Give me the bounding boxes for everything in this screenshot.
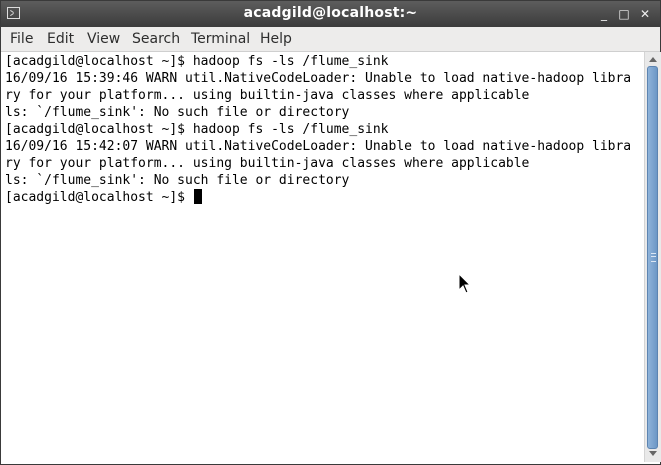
window-title: acadgild@localhost:~ bbox=[243, 5, 418, 21]
scroll-up-arrow-icon[interactable] bbox=[649, 57, 657, 62]
menu-search[interactable]: Search bbox=[132, 31, 180, 47]
terminal-line: [acadgild@localhost ~]$ hadoop fs -ls /f… bbox=[5, 54, 389, 69]
scrollbar-thumb[interactable] bbox=[647, 66, 658, 449]
title-bar[interactable]: acadgild@localhost:~ _ □ ✕ bbox=[1, 1, 660, 27]
terminal-line: 16/09/16 15:42:07 WARN util.NativeCodeLo… bbox=[5, 139, 632, 154]
grip-icon bbox=[651, 253, 656, 262]
vertical-scrollbar[interactable] bbox=[644, 52, 661, 462]
menu-view[interactable]: View bbox=[87, 31, 120, 47]
menu-bar: File Edit View Search Terminal Help bbox=[1, 27, 660, 52]
terminal-output[interactable]: [acadgild@localhost ~]$ hadoop fs -ls /f… bbox=[1, 52, 643, 462]
terminal-line: ry for your platform... using builtin-ja… bbox=[5, 156, 530, 171]
terminal-line: [acadgild@localhost ~]$ hadoop fs -ls /f… bbox=[5, 122, 389, 137]
text-cursor bbox=[193, 189, 202, 204]
menu-file[interactable]: File bbox=[10, 31, 33, 47]
terminal-line: ls: `/flume_sink': No such file or direc… bbox=[5, 105, 350, 120]
menu-help[interactable]: Help bbox=[260, 31, 292, 47]
close-icon[interactable]: ✕ bbox=[636, 5, 654, 23]
terminal-prompt: [acadgild@localhost ~]$ bbox=[5, 190, 193, 205]
minimize-icon[interactable]: _ bbox=[595, 5, 613, 23]
mouse-pointer-icon bbox=[458, 272, 472, 295]
menu-edit[interactable]: Edit bbox=[47, 31, 74, 47]
maximize-icon[interactable]: □ bbox=[615, 5, 633, 23]
terminal-line: 16/09/16 15:39:46 WARN util.NativeCodeLo… bbox=[5, 71, 632, 86]
menu-terminal[interactable]: Terminal bbox=[191, 31, 250, 47]
scroll-down-arrow-icon[interactable] bbox=[649, 451, 657, 456]
terminal-window: acadgild@localhost:~ _ □ ✕ File Edit Vie… bbox=[0, 0, 661, 465]
terminal-line: ls: `/flume_sink': No such file or direc… bbox=[5, 173, 350, 188]
terminal-line: ry for your platform... using builtin-ja… bbox=[5, 88, 530, 103]
terminal-prompt-line: [acadgild@localhost ~]$ bbox=[5, 189, 202, 206]
